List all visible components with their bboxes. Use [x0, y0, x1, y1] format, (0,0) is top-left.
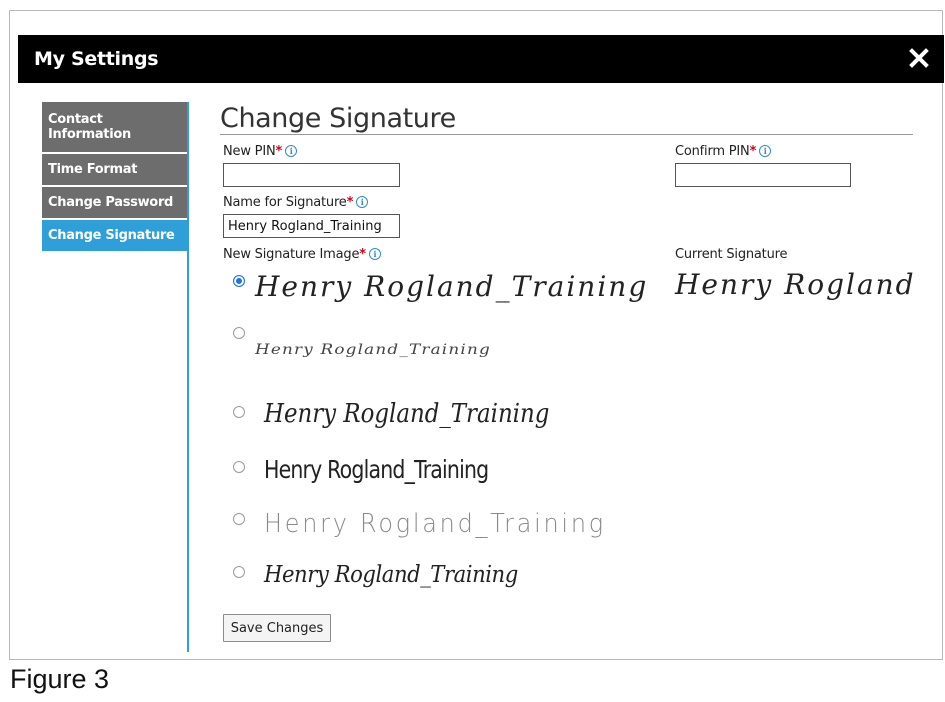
signature-option-radio-5[interactable] [233, 513, 245, 525]
confirm-pin-label-text: Confirm PIN [675, 144, 750, 159]
sidebar-item-change-password[interactable]: Change Password [42, 187, 188, 220]
signature-option-radio-2[interactable] [233, 327, 245, 339]
current-signature-image: Henry Rogland [675, 268, 916, 301]
signature-option-4[interactable]: Henry Rogland_Training [264, 455, 489, 484]
sidebar-item-label: Contact Information [48, 112, 131, 142]
required-marker: * [359, 247, 366, 262]
current-signature-label: Current Signature [675, 247, 788, 262]
info-icon[interactable]: i [368, 248, 381, 260]
name-for-signature-label: Name for Signature* i [223, 195, 369, 210]
required-marker: * [275, 144, 283, 159]
signature-option-radio-4[interactable] [233, 461, 245, 473]
required-marker: * [346, 195, 354, 210]
info-icon[interactable]: i [285, 145, 298, 157]
signature-option-2[interactable]: Henry Rogland_Training [255, 342, 491, 358]
signature-option-5[interactable]: Henry Rogland_Training [264, 509, 606, 539]
info-icon[interactable]: i [759, 145, 772, 157]
save-changes-button[interactable]: Save Changes [223, 614, 331, 642]
sidebar-item-label: Change Signature [48, 228, 175, 243]
sidebar-item-change-signature[interactable]: Change Signature [42, 220, 188, 253]
settings-sidebar: Contact Information Time Format Change P… [42, 102, 188, 253]
title-divider [220, 134, 913, 135]
sidebar-item-label: Change Password [48, 195, 174, 210]
new-signature-image-label-text: New Signature Image [223, 247, 360, 262]
name-for-signature-label-text: Name for Signature [223, 195, 347, 210]
signature-option-radio-3[interactable] [233, 406, 245, 418]
signature-option-6[interactable]: Henry Rogland_Training [264, 562, 518, 588]
sidebar-divider [187, 102, 189, 652]
new-pin-label-text: New PIN [223, 144, 276, 159]
signature-option-1[interactable]: Henry Rogland_Training [255, 270, 648, 303]
signature-option-radio-1[interactable] [233, 275, 245, 287]
confirm-pin-label: Confirm PIN* i [675, 144, 772, 159]
signature-option-3[interactable]: Henry Rogland_Training [264, 399, 549, 429]
dialog-header: My Settings [18, 35, 944, 83]
close-icon[interactable] [906, 45, 932, 71]
sidebar-item-label: Time Format [48, 162, 138, 177]
page-title: Change Signature [220, 103, 456, 134]
dialog-title: My Settings [34, 48, 159, 70]
new-pin-input[interactable] [223, 163, 400, 187]
signature-option-radio-6[interactable] [233, 566, 245, 578]
new-pin-label: New PIN* i [223, 144, 298, 159]
figure-caption: Figure 3 [10, 664, 110, 694]
required-marker: * [749, 144, 757, 159]
sidebar-item-time-format[interactable]: Time Format [42, 154, 188, 187]
info-icon[interactable]: i [356, 196, 369, 208]
name-for-signature-input[interactable] [223, 214, 400, 238]
new-signature-image-label: New Signature Image* i [223, 247, 381, 262]
sidebar-item-contact-information[interactable]: Contact Information [42, 102, 188, 154]
confirm-pin-input[interactable] [675, 163, 851, 187]
